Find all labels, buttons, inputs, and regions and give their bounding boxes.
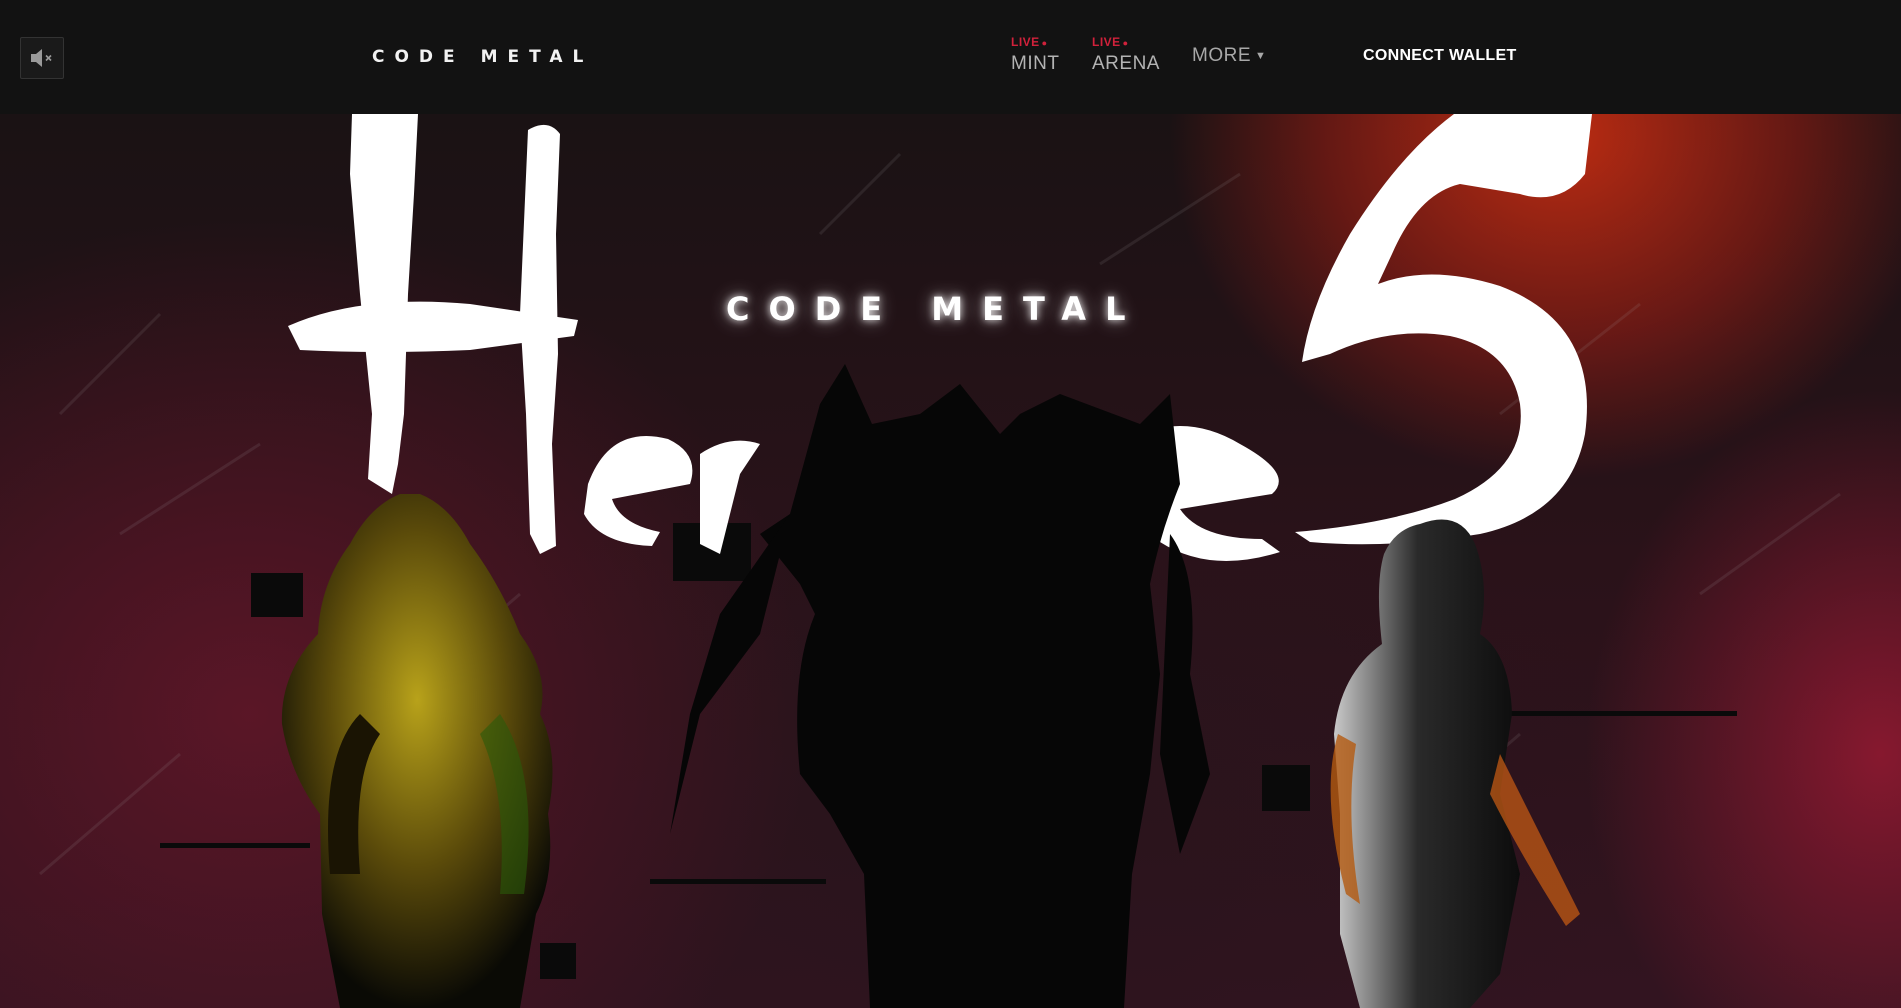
mute-toggle-button[interactable] xyxy=(20,37,64,79)
hero-banner: CODE METAL xyxy=(0,114,1901,1008)
brand-logo[interactable]: CODE METAL xyxy=(372,47,593,69)
hero-artwork xyxy=(39,114,1841,1008)
connect-wallet-button[interactable]: CONNECT WALLET xyxy=(1363,47,1517,65)
top-nav-bar: CODE METAL LIVE ● MINT LIVE ● ARENA MORE ▼ … xyxy=(0,0,1901,114)
nav-label: MINT xyxy=(1011,53,1060,74)
live-badge: LIVE ● xyxy=(1011,35,1048,49)
live-dot-icon: ● xyxy=(1041,38,1048,48)
live-badge: LIVE ● xyxy=(1092,35,1129,49)
nav-label: ARENA xyxy=(1092,53,1160,74)
hero-brand-logo: CODE METAL xyxy=(726,290,1145,328)
live-dot-icon: ● xyxy=(1122,38,1129,48)
speaker-muted-icon xyxy=(31,49,52,67)
character-dark-beast xyxy=(670,364,1210,1008)
caret-down-icon: ▼ xyxy=(1255,50,1267,62)
nav-item-more-dropdown[interactable]: MORE ▼ xyxy=(1192,45,1266,67)
nav-item-mint[interactable]: LIVE ● MINT xyxy=(1011,35,1059,75)
character-gold-warrior xyxy=(281,494,553,1008)
nav-label: MORE xyxy=(1192,45,1251,66)
nav-item-arena[interactable]: LIVE ● ARENA xyxy=(1092,35,1160,75)
character-silver-woman xyxy=(1330,519,1580,1008)
